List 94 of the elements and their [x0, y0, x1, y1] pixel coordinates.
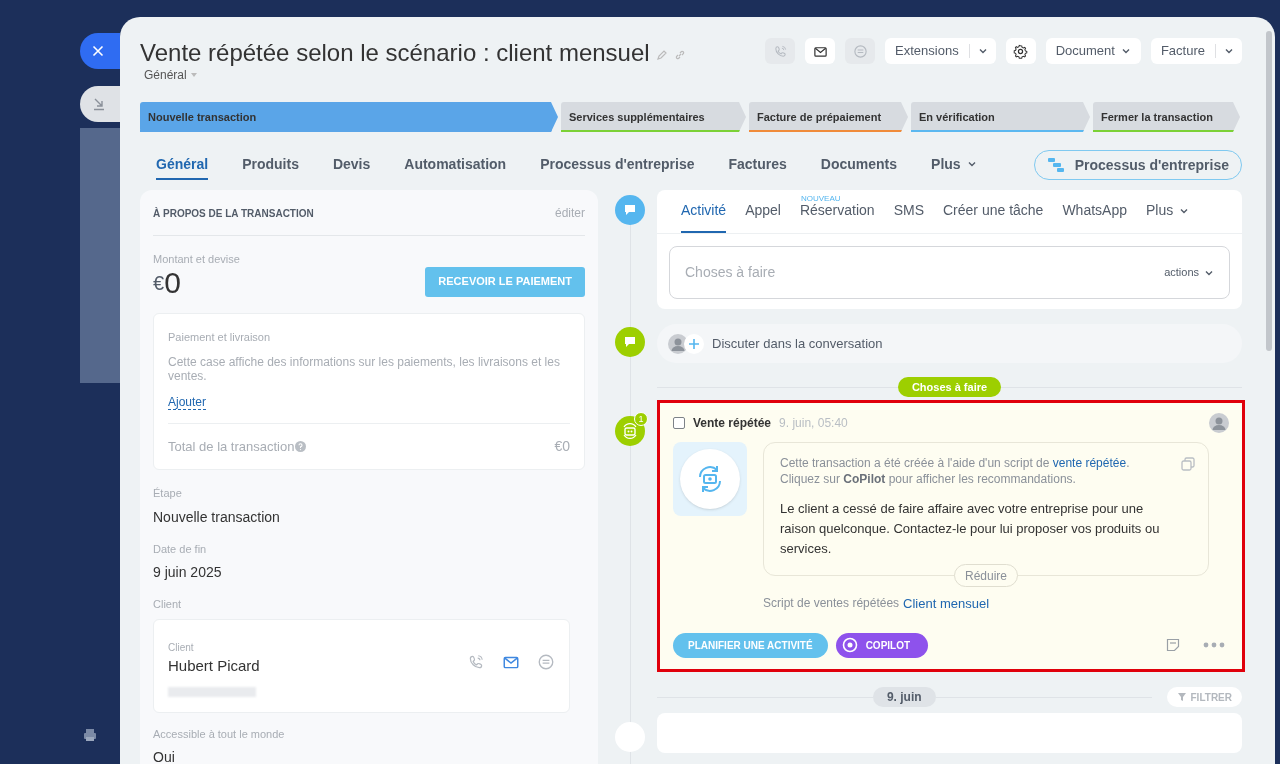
phone-icon — [772, 43, 788, 59]
tab[interactable]: Général — [156, 150, 209, 180]
minimize-button[interactable] — [80, 86, 120, 122]
field-label: Accessible à tout le monde — [153, 726, 286, 742]
stage-step[interactable]: En vérification — [911, 102, 1090, 132]
arrow-down-right-icon — [92, 97, 106, 111]
chevron-down-icon — [966, 159, 977, 169]
field-value: 9 juin 2025 — [153, 563, 223, 582]
box-description: Cette case affiche des informations sur les paiements, les livraisons et les ventes. — [168, 355, 561, 383]
tab[interactable]: Plus — [931, 150, 977, 180]
note-icon[interactable] — [1165, 637, 1181, 653]
add-icon — [684, 333, 704, 354]
category-dropdown[interactable]: Général — [144, 67, 686, 83]
date-pill: 9. juin — [872, 687, 936, 707]
chat-timeline-icon — [615, 327, 645, 357]
field-label: Client — [153, 597, 183, 612]
total-value: €0 — [554, 437, 570, 456]
total-label: Total de la transaction — [168, 437, 295, 456]
scrollbar-thumb[interactable] — [1266, 31, 1272, 351]
split-button-label[interactable]: Facture — [1150, 41, 1215, 61]
task-time: 9. juin, 05:40 — [779, 415, 848, 432]
caret-icon — [189, 72, 198, 78]
chevron-down-icon — [1224, 46, 1234, 56]
script-name-link[interactable]: Client mensuel — [903, 594, 990, 614]
link-icon[interactable] — [673, 49, 686, 61]
amount-value: €0 — [153, 267, 182, 298]
task-checkbox[interactable] — [673, 417, 685, 429]
printer-icon — [82, 727, 98, 743]
more-icon[interactable] — [1203, 642, 1225, 648]
pencil-icon[interactable] — [655, 49, 668, 61]
client-name[interactable]: Hubert Picard — [168, 654, 260, 677]
chevron-down-icon — [977, 46, 988, 56]
close-button[interactable] — [80, 33, 120, 69]
count-badge: 1 — [634, 412, 648, 426]
editor-tab[interactable]: Créer une tâche — [943, 190, 1044, 233]
editor-tab[interactable]: SMS — [893, 190, 924, 233]
split-button[interactable]: Facture — [1150, 38, 1242, 64]
copilot-button[interactable]: COPILOT — [835, 632, 929, 658]
box-title: Paiement et livraison — [168, 329, 272, 345]
stage-step[interactable]: Facture de prépaiement — [749, 102, 908, 132]
field-value: Oui — [153, 748, 176, 764]
task-title: Vente répétée — [693, 415, 772, 432]
chat-icon — [852, 43, 868, 59]
editor-tab[interactable]: Plus — [1146, 190, 1190, 233]
add-link[interactable]: Ajouter — [168, 396, 207, 410]
settings-icon — [1013, 43, 1029, 59]
actions-dropdown[interactable]: actions — [1164, 264, 1214, 281]
field-label: Date de fin — [153, 541, 208, 557]
page-title: Vente répétée selon le scénario : client mensuel — [140, 39, 650, 67]
editor-tab[interactable]: WhatsApp — [1062, 190, 1127, 233]
gear-button[interactable] — [1005, 38, 1036, 64]
stage-step[interactable]: Services supplémentaires — [561, 102, 746, 132]
comment-timeline-icon — [615, 195, 645, 225]
field-value: Nouvelle transaction — [153, 507, 281, 527]
phone-icon — [467, 652, 485, 671]
tab[interactable]: Factures — [728, 150, 787, 180]
tab[interactable]: Documents — [820, 150, 898, 180]
section-heading: À PROPOS DE LA TRANSACTION — [153, 206, 314, 221]
help-icon[interactable] — [295, 441, 307, 452]
field-label: Étape — [153, 486, 183, 501]
chevron-down-icon — [1120, 46, 1131, 56]
tab[interactable]: Processus d'entreprise — [540, 150, 695, 180]
close-icon — [92, 45, 104, 57]
script-label: Script de ventes répétées — [763, 595, 900, 612]
new-label: NOUVEAU — [800, 193, 841, 204]
info-timeline-icon — [615, 722, 645, 752]
mail-button[interactable] — [805, 38, 836, 64]
copilot-icon — [841, 637, 858, 653]
message-text: Le client a cessé de faire affaire avec votre entreprise pour une raison quelconque. Contactez-le pour lui proposer vos produits ou services. — [780, 500, 1161, 558]
todo-input[interactable]: Choses à faire actions — [669, 246, 1230, 299]
hint-text: Cliquez sur CoPilot pour afficher les recommandations. — [780, 471, 1077, 487]
split-button[interactable]: Extensions — [885, 38, 996, 64]
field-label: Montant et devise — [153, 252, 240, 267]
stage-step[interactable]: Nouvelle transaction — [140, 102, 558, 132]
chat-row[interactable]: Discuter dans la conversation — [657, 324, 1242, 363]
intro-text: Cette transaction a été créée à l'aide d'un script de vente répétée. — [780, 455, 1131, 471]
todo-input-field[interactable]: Choses à faire — [685, 262, 1165, 283]
copy-icon[interactable] — [1180, 456, 1196, 472]
tab[interactable]: Automatisation — [404, 150, 507, 180]
filter-icon — [1176, 692, 1187, 702]
chat-icon — [537, 652, 555, 671]
flow-icon — [1046, 157, 1065, 173]
chat-label: Discuter dans la conversation — [712, 334, 883, 353]
tab[interactable]: Devis — [332, 150, 371, 180]
avatar-icon — [1209, 413, 1229, 433]
client-label: Client — [168, 640, 195, 655]
stage-step[interactable]: Fermer la transaction — [1093, 102, 1240, 132]
section-pill: Choses à faire — [897, 377, 1002, 397]
document-dropdown[interactable]: Document — [1045, 38, 1141, 64]
editor-tab[interactable]: Activité — [681, 190, 727, 233]
split-button-label[interactable]: Extensions — [885, 41, 969, 61]
robot-timeline-icon — [615, 416, 645, 446]
editor-tab[interactable]: Appel — [745, 190, 781, 233]
tab[interactable]: Produits — [242, 150, 299, 180]
